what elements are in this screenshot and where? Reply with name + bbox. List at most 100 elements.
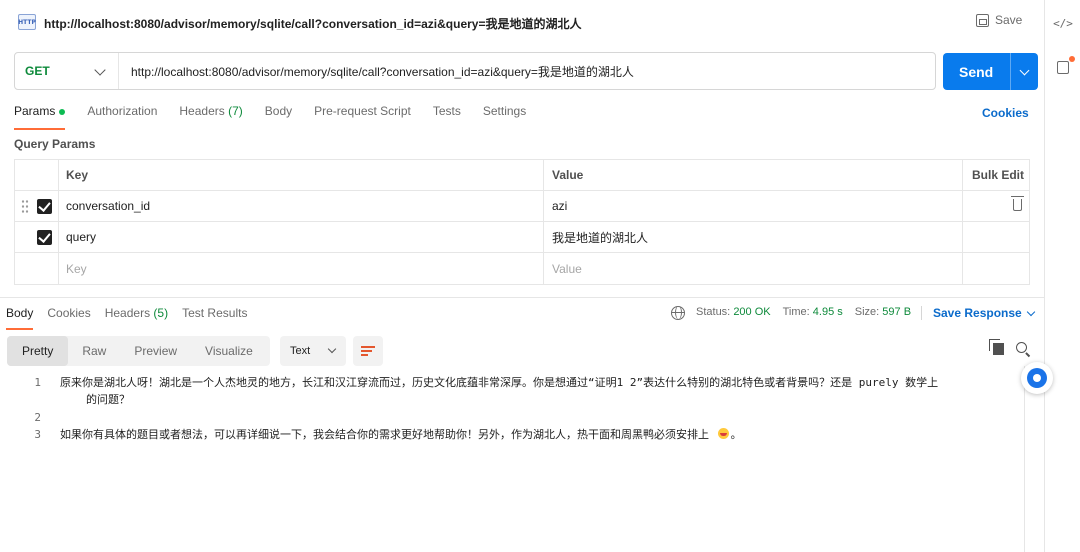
line-text-suffix: 。	[730, 428, 742, 441]
response-divider[interactable]	[0, 297, 1044, 298]
time-label: Time:	[782, 306, 810, 318]
send-label: Send	[959, 63, 994, 80]
send-button[interactable]: Send	[943, 53, 1038, 90]
cookies-link[interactable]: Cookies	[982, 106, 1029, 120]
save-response-button[interactable]: Save Response	[933, 306, 1035, 320]
globe-icon[interactable]	[671, 306, 685, 320]
response-tab-test-results[interactable]: Test Results	[182, 306, 247, 330]
param-value-field[interactable]: 我是地道的湖北人	[544, 222, 963, 252]
row-actions-cell	[963, 222, 1029, 252]
http-icon: HTTP	[18, 14, 36, 30]
table-row: conversation_id azi	[15, 191, 1029, 222]
editor-scrollbar[interactable]	[1024, 366, 1025, 552]
save-button[interactable]: Save	[976, 13, 1022, 27]
response-headers-count: (5)	[153, 306, 169, 320]
language-select[interactable]: Text	[280, 336, 346, 366]
tab-settings[interactable]: Settings	[483, 104, 526, 130]
trash-icon[interactable]	[1011, 196, 1024, 211]
response-tab-body[interactable]: Body	[6, 306, 34, 330]
format-preview[interactable]: Preview	[120, 336, 191, 366]
status-label: Status:	[696, 306, 731, 318]
format-raw[interactable]: Raw	[68, 336, 120, 366]
status-value: 200 OK	[733, 306, 771, 318]
status-group[interactable]: Status: 200 OK	[696, 306, 771, 320]
search-icon[interactable]	[1016, 342, 1027, 353]
param-checkbox[interactable]	[37, 199, 52, 214]
params-active-dot	[59, 108, 66, 115]
url-bar: GET	[14, 52, 936, 90]
save-icon	[976, 13, 989, 27]
line-text-rest: 问题？	[97, 393, 130, 406]
value-column-header: Value	[544, 160, 963, 190]
chevron-down-icon	[1019, 65, 1030, 75]
bulk-edit-button[interactable]: Bulk Edit	[963, 160, 1029, 190]
line-text-prefix: 的	[86, 393, 97, 406]
info-panel-icon[interactable]	[1045, 52, 1080, 82]
line-number: 1	[34, 376, 41, 389]
row-handle-cell	[15, 222, 59, 252]
row-handle-cell	[15, 191, 59, 221]
key-column-header: Key	[59, 160, 544, 190]
query-params-title: Query Params	[14, 137, 96, 151]
tab-params[interactable]: Params	[14, 104, 66, 130]
tab-params-label: Params	[14, 104, 56, 118]
query-params-table: Key Value Bulk Edit conversation_id azi …	[14, 159, 1030, 285]
divider	[921, 306, 923, 320]
emoji-icon	[717, 428, 729, 439]
code-line-wrapped: 的问题？	[0, 391, 1024, 409]
right-sidebar: </>	[1044, 0, 1080, 552]
table-row-new: Key Value	[15, 253, 1029, 284]
request-editor: HTTP http://localhost:8080/advisor/memor…	[0, 0, 1044, 552]
line-number: 3	[34, 428, 41, 441]
table-header-row: Key Value Bulk Edit	[15, 160, 1029, 191]
save-response-label: Save Response	[933, 306, 1022, 320]
new-key-field[interactable]: Key	[59, 253, 544, 284]
line-text-main: 如果你有具体的题目或者想法，可以再详细说一下，我会结合你的需求更好地帮助你！另外…	[60, 428, 709, 441]
param-key-field[interactable]: query	[59, 222, 544, 252]
tab-authorization[interactable]: Authorization	[87, 104, 157, 130]
handle-column-header	[15, 160, 59, 190]
tab-prerequest-script[interactable]: Pre-request Script	[314, 104, 411, 130]
line-number: 2	[34, 411, 41, 424]
param-value-field[interactable]: azi	[544, 191, 963, 221]
notification-dot	[1069, 56, 1075, 62]
response-status-info: Status: 200 OK Time: 4.95 s Size: 597 B	[696, 306, 923, 320]
response-tabs: Body Cookies Headers (5) Test Results	[6, 306, 261, 330]
code-line: 1 原来你是湖北人呀！湖北是一个人杰地灵的地方，长江和汉江穿流而过，历史文化底蕴…	[0, 374, 1024, 392]
format-visualize[interactable]: Visualize	[191, 336, 267, 366]
size-group[interactable]: Size: 597 B	[855, 306, 911, 320]
line-text: 如果你有具体的题目或者想法，可以再详细说一下，我会结合你的需求更好地帮助你！另外…	[60, 426, 742, 444]
table-row: query 我是地道的湖北人	[15, 222, 1029, 253]
tab-tests[interactable]: Tests	[433, 104, 461, 130]
save-label: Save	[995, 13, 1023, 27]
url-input[interactable]	[119, 53, 935, 89]
param-checkbox[interactable]	[37, 230, 52, 245]
response-tab-cookies[interactable]: Cookies	[47, 306, 90, 330]
code-icon[interactable]: </>	[1045, 8, 1080, 38]
param-key-field[interactable]: conversation_id	[59, 191, 544, 221]
time-group[interactable]: Time: 4.95 s	[783, 306, 843, 320]
wrap-lines-button[interactable]	[353, 336, 383, 366]
send-options-button[interactable]	[1010, 53, 1038, 90]
format-pretty[interactable]: Pretty	[7, 336, 69, 366]
drag-handle-icon[interactable]	[21, 199, 29, 213]
response-body-editor[interactable]: 1 原来你是湖北人呀！湖北是一个人杰地灵的地方，长江和汉江穿流而过，历史文化底蕴…	[0, 374, 1024, 552]
size-value: 597 B	[882, 306, 912, 318]
tab-headers[interactable]: Headers (7)	[179, 104, 242, 130]
info-panel-glyph	[1057, 60, 1069, 74]
assistant-button[interactable]	[1021, 362, 1053, 394]
line-text: 原来你是湖北人呀！湖北是一个人杰地灵的地方，长江和汉江穿流而过，历史文化底蕴非常…	[60, 376, 939, 389]
size-label: Size:	[854, 306, 880, 318]
tab-headers-label: Headers	[179, 104, 225, 118]
request-title[interactable]: http://localhost:8080/advisor/memory/sql…	[44, 15, 581, 32]
chevron-down-icon	[327, 344, 337, 354]
row-actions-cell	[963, 191, 1029, 221]
response-tab-headers[interactable]: Headers (5)	[105, 306, 168, 330]
new-value-field[interactable]: Value	[544, 253, 963, 284]
language-label: Text	[290, 345, 311, 357]
request-tabs: Params Authorization Headers (7) Body Pr…	[14, 104, 548, 130]
line-text: 的问题？	[86, 391, 130, 409]
tab-body[interactable]: Body	[265, 104, 292, 130]
method-select[interactable]: GET	[15, 53, 119, 89]
copy-icon[interactable]	[989, 339, 1004, 355]
